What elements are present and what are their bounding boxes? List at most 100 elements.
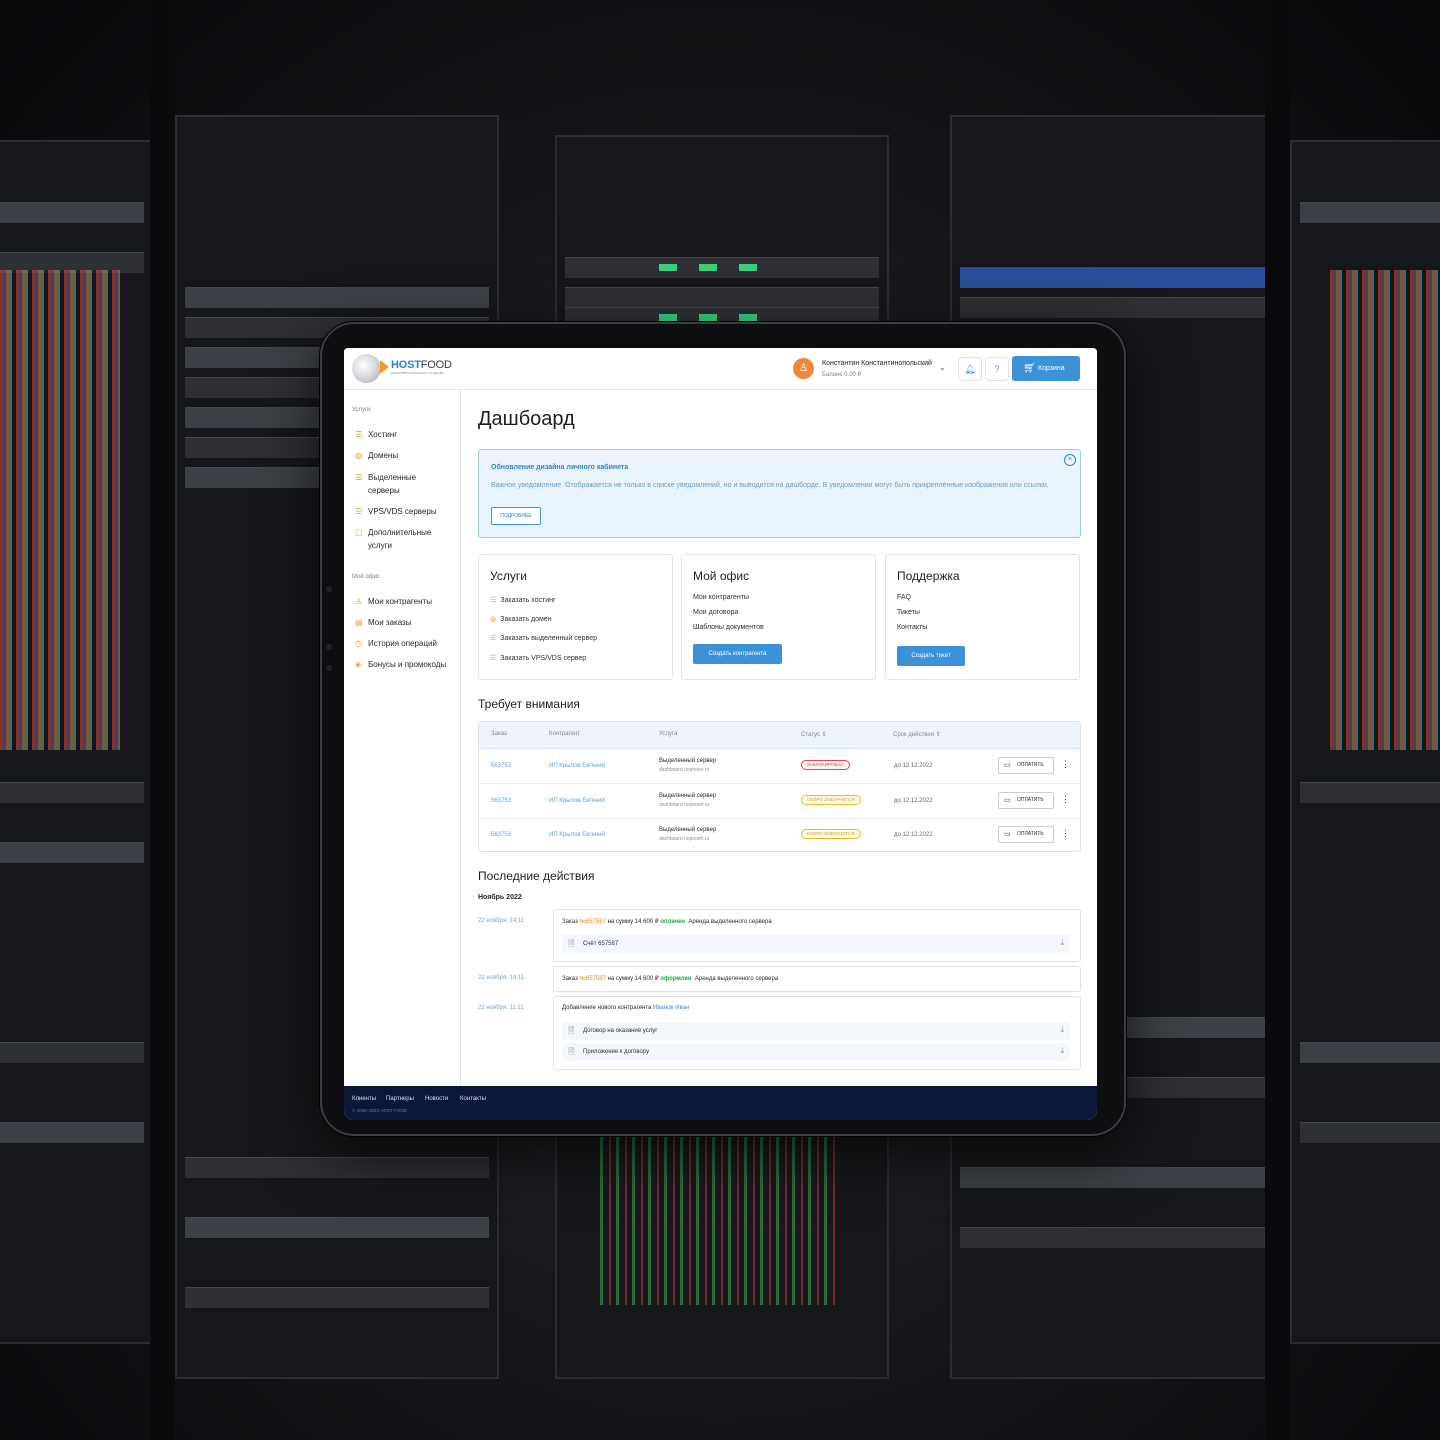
footer-copyright: © 2008–2023 HOST-FOOD [352, 1108, 408, 1113]
card-services: Услуги ☰ Заказать хостинг ◍ Заказать домен… [478, 554, 673, 680]
order-number[interactable]: 563753 [491, 832, 511, 838]
create-ticket-button[interactable]: Создать тикет [897, 646, 965, 666]
more-options-icon[interactable]: ⋮ [1061, 794, 1070, 805]
chevron-down-icon[interactable]: ⌄ [939, 363, 946, 372]
card-title: Услуги [490, 569, 527, 583]
action-item: Заказ №657587 на сумму 14 600 ₽ оформлен… [553, 966, 1081, 992]
link-contracts[interactable]: Мои договора [693, 609, 738, 616]
status-badge: СКОРО ЗАКОНЧИТСЯ [801, 829, 861, 839]
column-header[interactable]: Срок действия ⇕ [893, 731, 941, 738]
deadline: до 12.12.2022 [894, 832, 933, 838]
order-link[interactable]: №657587 [579, 919, 605, 925]
globe-icon: ◍ [490, 616, 497, 623]
order-link[interactable]: №657587 [579, 976, 605, 982]
column-header[interactable]: Статус ⇕ [801, 731, 827, 738]
file-name: Счёт 657587 [583, 941, 619, 947]
link-order-vps[interactable]: ☰ Заказать VPS/VDS сервер [490, 654, 586, 662]
globe-icon: ◍ [355, 451, 362, 460]
link-contacts[interactable]: Контакты [897, 624, 927, 631]
service-domain: dashboard.nopreset.ru [659, 802, 710, 808]
table-row: 563753 ИП Крылов Евгений Выделенный серв… [479, 818, 1080, 852]
more-options-icon[interactable]: ⋮ [1061, 759, 1070, 770]
attention-table: Заказ Контрагент Услуга Статус ⇕ Срок де… [478, 721, 1081, 852]
box-icon: ▢ [355, 528, 363, 537]
link-templates[interactable]: Шаблоны документов [693, 624, 764, 631]
user-name[interactable]: Константин Константинопольский [822, 360, 932, 367]
file-row[interactable]: 🗎︎ Приложение к договору ⤓ [562, 1043, 1070, 1061]
status-paid: оплачен [660, 919, 686, 925]
contractor-link[interactable]: Иванов Иван [653, 1005, 689, 1011]
card-icon: ▭ [1004, 797, 1011, 804]
tag-icon: ◈ [355, 660, 362, 669]
link-tickets[interactable]: Тикеты [897, 609, 920, 616]
logo-text[interactable]: HOSTFOOD [391, 359, 452, 371]
server-icon: ☰ [355, 507, 363, 516]
cables-left [0, 270, 120, 750]
order-number[interactable]: 563753 [491, 763, 511, 769]
download-icon[interactable]: ⤓ [1060, 1025, 1064, 1035]
footer-link-news[interactable]: Новости [425, 1096, 448, 1102]
dashboard-screen: HOSTFOOD качественный хостинг по-русски … [344, 348, 1097, 1120]
footer-link-partners[interactable]: Партнеры [386, 1096, 414, 1102]
server-icon: ☰ [490, 655, 497, 662]
service-name: Выделенный сервер [659, 793, 717, 799]
tablet-camera-dot [326, 586, 332, 592]
footer-link-contacts[interactable]: Контакты [460, 1096, 486, 1102]
link-order-hosting[interactable]: ☰ Заказать хостинг [490, 596, 556, 604]
tablet-camera-dot [326, 644, 332, 650]
bell-icon[interactable]: 🔔︎ [958, 357, 982, 381]
table-header: Заказ Контрагент Услуга Статус ⇕ Срок де… [479, 722, 1080, 749]
card-title: Мой офис [693, 569, 750, 583]
create-contractor-button[interactable]: Создать контрагента [693, 644, 782, 664]
logo-tagline: качественный хостинг по-русски [391, 371, 444, 375]
document-icon: 🗎︎ [568, 1047, 575, 1056]
card-support: Поддержка FAQ Тикеты Контакты Создать ти… [885, 554, 1080, 680]
notice-title: Обновление дизайна личного кабинета [491, 464, 629, 471]
page-title: Дашбоард [478, 408, 575, 430]
recent-title: Последние действия [478, 869, 595, 883]
logo-arrow-icon [380, 360, 389, 374]
download-icon[interactable]: ⤓ [1060, 938, 1064, 948]
column-header[interactable]: Контрагент [549, 731, 580, 737]
link-faq[interactable]: FAQ [897, 594, 911, 601]
more-options-icon[interactable]: ⋮ [1061, 828, 1070, 839]
month-label: Ноябрь 2022 [478, 894, 522, 901]
top-header: HOSTFOOD качественный хостинг по-русски … [344, 348, 1097, 390]
notice-more-button[interactable]: ПОДРОБНЕЕ [491, 507, 541, 525]
user-balance: Баланс 0.00 ₽ [822, 372, 862, 378]
order-number[interactable]: 563753 [491, 798, 511, 804]
status-badge: СКОРО ЗАКОНЧИТСЯ [801, 795, 861, 805]
close-icon[interactable]: × [1064, 454, 1076, 466]
contractor-link[interactable]: ИП Крылов Евгений [549, 798, 605, 804]
pay-button[interactable]: ▭ ОПЛАТИТЬ [998, 792, 1054, 809]
table-row: 563753 ИП Крылов Евгений Выделенный серв… [479, 784, 1080, 819]
server-icon: ☰ [490, 635, 497, 642]
document-icon: ▤ [355, 618, 363, 627]
card-icon: ▭ [1004, 831, 1011, 838]
cart-button[interactable]: 🛒︎ Корзина [1012, 356, 1080, 381]
file-row[interactable]: 🗎︎ Счёт 657587 ⤓ [562, 935, 1070, 953]
help-icon[interactable]: ? [985, 357, 1009, 381]
logo-icon[interactable] [352, 354, 381, 383]
footer: Клиенты Партнеры Новости Контакты © 2008… [344, 1086, 1097, 1120]
column-header[interactable]: Услуга [659, 731, 677, 737]
footer-link-clients[interactable]: Клиенты [352, 1096, 376, 1102]
link-order-dedicated[interactable]: ☰ Заказать выделенный сервер [490, 634, 597, 642]
column-header[interactable]: Заказ [491, 731, 507, 737]
status-issued: оформлен [660, 976, 692, 982]
file-row[interactable]: 🗎︎ Договор на оказание услуг ⤓ [562, 1022, 1070, 1040]
download-icon[interactable]: ⤓ [1060, 1046, 1064, 1056]
pay-button[interactable]: ▭ ОПЛАТИТЬ [998, 826, 1054, 843]
card-icon: ▭ [1004, 762, 1011, 769]
action-item: Заказ №657587 на сумму 14 600 ₽ оплачен … [553, 909, 1081, 962]
link-order-domain[interactable]: ◍ Заказать домен [490, 615, 552, 623]
contractor-link[interactable]: ИП Крылов Евгений [549, 832, 605, 838]
users-icon: ♙ [355, 597, 363, 606]
service-domain: dashboard.nopreset.ru [659, 767, 710, 773]
cart-icon: 🛒︎ [1023, 363, 1036, 374]
card-title: Поддержка [897, 569, 960, 583]
link-contractors[interactable]: Мои контрагенты [693, 594, 749, 601]
pay-button[interactable]: ▭ ОПЛАТИТЬ [998, 757, 1054, 774]
contractor-link[interactable]: ИП Крылов Евгений [549, 763, 605, 769]
user-avatar-icon[interactable]: ♙ [793, 358, 814, 379]
